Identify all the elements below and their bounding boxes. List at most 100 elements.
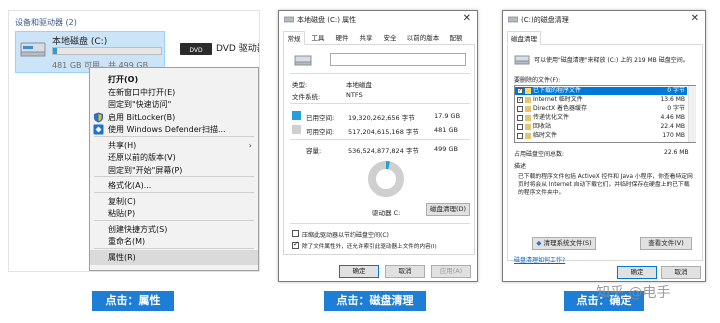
files-to-delete-list: ✓ 已下载的程序文件 0 字节 ✓ Internet 临时文件 13.6 MB Direct… (514, 85, 696, 143)
used-bytes: 19,320,262,656 字节 (348, 114, 415, 122)
devices-section-header[interactable]: 设备和驱动器 (2) (15, 17, 77, 28)
total-space-label: 占用磁盘空间总数: (514, 151, 565, 158)
file-row[interactable]: 临时文件 170 MB (515, 132, 687, 140)
file-row[interactable]: ✓ Internet 临时文件 13.6 MB (515, 96, 687, 104)
cleanup-title-icon (508, 16, 518, 23)
free-gb: 481 GB (434, 126, 458, 134)
defender-icon (93, 124, 104, 135)
cleanup-tabs: 磁盘清理 (507, 31, 703, 45)
free-label: 可用空间: (306, 128, 335, 136)
menu-separator (94, 135, 254, 137)
clean-system-files-button[interactable]: ◆ 清理系统文件(S) (532, 237, 596, 250)
file-checkbox[interactable]: ✓ (517, 97, 523, 103)
divider (290, 73, 470, 74)
context-menu-item-label: 粘贴(P) (108, 209, 136, 218)
watermark: 知乎 @电手 (596, 285, 671, 301)
ok-button[interactable]: 确定 (617, 266, 657, 279)
drive-c-usage-fill (53, 48, 57, 54)
file-size: 170 MB (662, 132, 685, 139)
how-cleanup-works-link[interactable]: 磁盘清理如何工作? (514, 255, 565, 264)
folder-icon (525, 97, 531, 103)
cleanup-titlebar: (C:)的磁盘清理 ✕ (503, 11, 705, 29)
file-name: DirectX 着色器缓存 (533, 105, 587, 112)
capacity-gb: 499 GB (434, 145, 458, 153)
context-menu-item-label: 在新窗口中打开(E) (108, 87, 176, 97)
file-checkbox[interactable]: ✓ (517, 88, 523, 94)
file-checkbox[interactable] (517, 133, 523, 139)
context-menu-item-label: 固定到"开始"屏幕(P) (108, 165, 183, 175)
compress-checkbox[interactable] (292, 230, 299, 237)
general-tab-panel: 类型: 本地磁盘 文件系统: NTFS 已用空间: 19,320,262,656… (283, 45, 475, 255)
file-size: 0 字节 (667, 105, 685, 112)
context-menu-item-label: 打开(O) (108, 75, 139, 84)
ok-button[interactable]: 确定 (339, 265, 379, 278)
properties-title: 本地磁盘 (C:) 属性 (297, 16, 357, 24)
drive-c-name: 本地磁盘 (C:) (52, 37, 108, 47)
fs-label: 文件系统: (292, 93, 321, 101)
file-name: Internet 临时文件 (533, 96, 583, 103)
dvd-drive-icon: DVD (180, 43, 212, 55)
index-checkbox[interactable] (292, 240, 299, 249)
divider (290, 223, 470, 224)
hard-drive-icon (20, 42, 46, 57)
tab-6[interactable]: 配额 (445, 31, 467, 45)
description-label: 描述 (514, 163, 527, 170)
explorer-panel: 设备和驱动器 (2) 本地磁盘 (C:) 481 GB 可用，共 499 GB … (8, 10, 260, 272)
capacity-bytes: 536,524,877,824 字节 (348, 147, 419, 155)
file-name: 回收站 (533, 123, 552, 130)
menu-separator (94, 176, 254, 177)
used-gb: 17.9 GB (434, 112, 461, 120)
folder-icon (525, 124, 531, 130)
menu-separator (94, 219, 254, 221)
context-menu-item-label: 还原以前的版本(V) (108, 153, 176, 162)
tab-5[interactable]: 以前的版本 (403, 31, 443, 45)
folder-icon (525, 88, 531, 94)
file-row[interactable]: 回收站 22.4 MB (515, 123, 687, 131)
file-checkbox[interactable] (517, 115, 523, 121)
folder-icon (525, 133, 531, 139)
tab-4[interactable]: 安全 (379, 31, 401, 45)
tab-3[interactable]: 共享 (355, 31, 377, 45)
cleanup-intro: 可以使用"磁盘清理"来释放 (C:) 上的 219 MB 磁盘空间。 (534, 57, 689, 64)
free-space-swatch (292, 125, 301, 134)
properties-titlebar: 本地磁盘 (C:) 属性 ✕ (279, 11, 477, 29)
file-name: 传递优化文件 (533, 114, 570, 121)
disk-cleanup-button[interactable]: 磁盘清理(D) (426, 203, 470, 216)
cancel-button[interactable]: 取消 (385, 265, 425, 278)
context-menu-item[interactable]: 属性(R) (90, 249, 258, 265)
shield-icon: ◆ (536, 239, 542, 247)
cancel-button[interactable]: 取消 (661, 266, 701, 279)
hard-drive-icon (294, 55, 312, 66)
dvd-drive-name[interactable]: DVD 驱动器 ( (216, 41, 259, 54)
menu-separator (94, 191, 254, 193)
tab-2[interactable]: 硬件 (331, 31, 353, 45)
context-menu-item-label: 共享(H) (108, 140, 137, 150)
file-name: 临时文件 (533, 132, 558, 139)
tab-0[interactable]: 常规 (283, 31, 305, 45)
file-size: 22.4 MB (660, 123, 685, 130)
type-label: 类型: (292, 81, 308, 89)
file-checkbox[interactable] (517, 124, 523, 130)
file-row[interactable]: ✓ 已下载的程序文件 0 字节 (515, 87, 687, 95)
file-row[interactable]: DirectX 着色器缓存 0 字节 (515, 105, 687, 113)
volume-name-input[interactable] (330, 53, 466, 66)
list-scrollbar[interactable] (688, 86, 696, 142)
capacity-label: 容量: (306, 147, 322, 155)
compress-option-label: 压缩此驱动器以节约磁盘空间(C) (302, 232, 389, 239)
apply-button[interactable]: 应用(A) (431, 265, 471, 278)
files-to-delete-label: 要删除的文件(F): (514, 77, 561, 84)
disk-cleanup-dialog: (C:)的磁盘清理 ✕ 磁盘清理 可以使用"磁盘清理"来释放 (C:) 上的 2… (502, 10, 706, 282)
tab-1[interactable]: 工具 (307, 31, 329, 45)
close-icon[interactable]: ✕ (463, 13, 471, 24)
clean-system-files-label: 清理系统文件(S) (543, 239, 592, 247)
disk-cleanup-icon (514, 55, 530, 65)
used-label: 已用空间: (306, 114, 335, 122)
close-icon[interactable]: ✕ (691, 13, 699, 24)
index-option-label: 除了文件属性外，还允许索引此驱动器上文件的内容(I) (302, 244, 437, 250)
context-menu-item-label: 固定到"快速访问" (108, 100, 172, 109)
file-checkbox[interactable] (517, 106, 523, 112)
file-row[interactable]: 传递优化文件 4.46 MB (515, 114, 687, 122)
view-files-button[interactable]: 查看文件(V) (640, 237, 692, 250)
menu-separator (94, 247, 254, 249)
tab-disk-cleanup[interactable]: 磁盘清理 (507, 31, 541, 45)
